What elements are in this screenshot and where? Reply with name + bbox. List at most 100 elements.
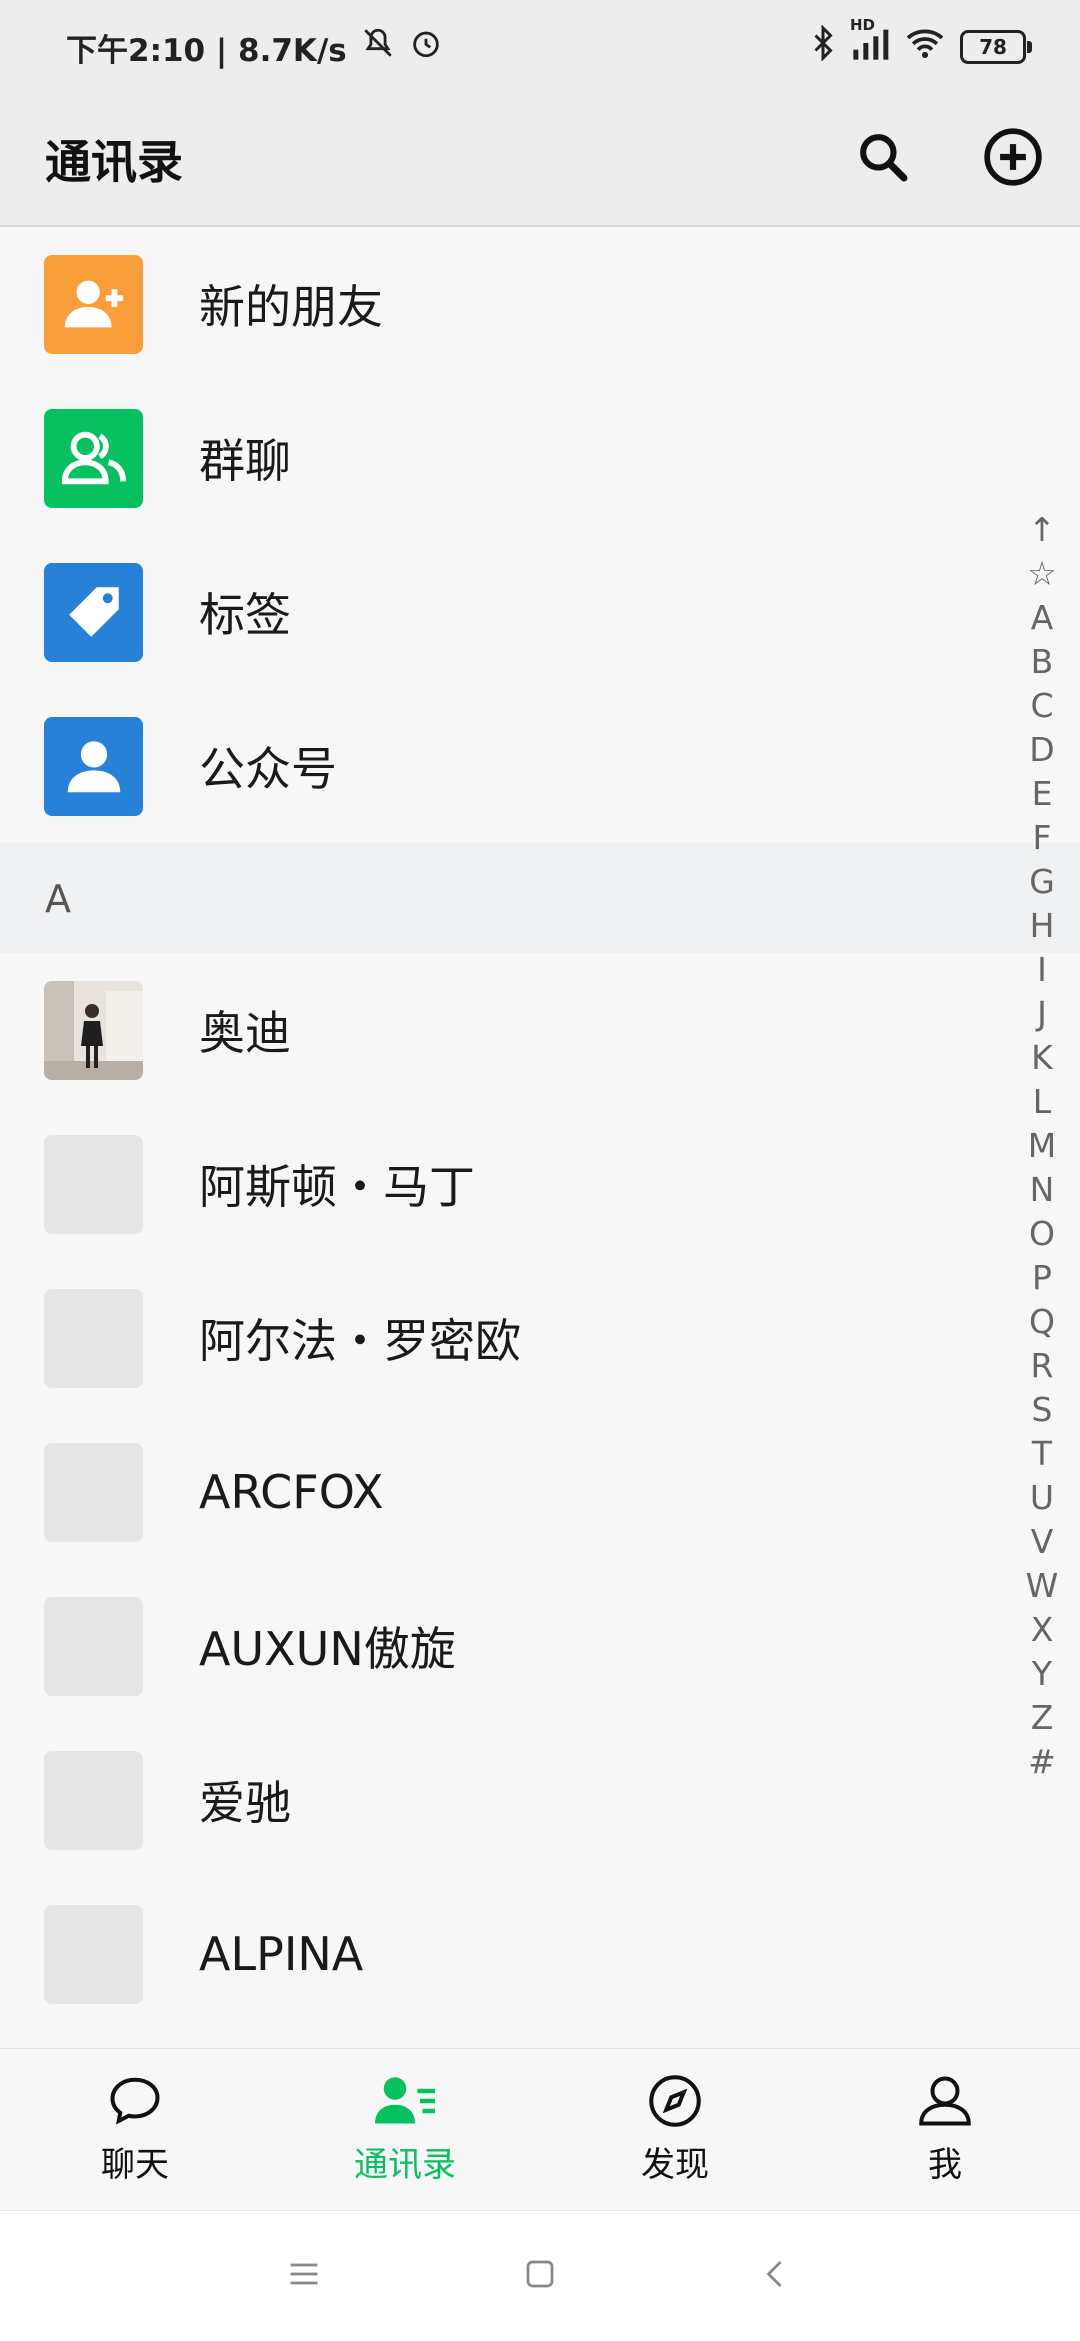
index-letter[interactable]: O — [1029, 1212, 1055, 1256]
contact-row[interactable]: ALPINA — [0, 1877, 1080, 2031]
bottom-tab-bar: 聊天 通讯录 发现 我 — [0, 2048, 1080, 2211]
new-friends-label: 新的朋友 — [199, 280, 383, 334]
index-letter[interactable]: R — [1031, 1344, 1054, 1388]
tab-label: 我 — [928, 2145, 962, 2185]
contact-row[interactable]: ARCFOX — [0, 1415, 1080, 1569]
contacts-icon — [375, 2077, 435, 2124]
index-letter[interactable]: A — [1031, 596, 1054, 640]
contact-name: ALPINA — [199, 1927, 364, 1981]
contact-avatar — [44, 1596, 143, 1696]
group-chat-icon — [44, 408, 143, 508]
index-letter[interactable]: N — [1030, 1168, 1055, 1212]
index-letter[interactable]: Z — [1031, 1696, 1054, 1740]
tab-label: 聊天 — [101, 2145, 169, 2185]
contact-avatar — [44, 1288, 143, 1388]
index-letter[interactable]: V — [1031, 1520, 1054, 1564]
index-letter[interactable]: J — [1037, 992, 1047, 1036]
index-letter[interactable]: X — [1031, 1608, 1054, 1652]
alarm-icon — [409, 26, 443, 68]
contact-name: 阿尔法・罗密欧 — [199, 1314, 521, 1368]
contact-row[interactable]: 爱驰 — [0, 1723, 1080, 1877]
mute-icon — [361, 26, 395, 68]
index-letter[interactable]: I — [1037, 948, 1047, 992]
index-letter[interactable]: H — [1030, 904, 1055, 948]
contact-avatar — [44, 1904, 143, 2004]
page-title: 通讯录 — [45, 135, 183, 189]
section-header-a: A — [0, 843, 1080, 953]
status-left: 下午2:10 | 8.7K/s — [66, 25, 443, 70]
index-letter[interactable]: G — [1029, 860, 1055, 904]
tab-chats[interactable]: 聊天 — [0, 2049, 270, 2211]
contact-row[interactable]: 奥迪 — [0, 953, 1080, 1107]
contact-row[interactable]: AUXUN傲旋 — [0, 1569, 1080, 1723]
tab-label: 通讯录 — [354, 2145, 456, 2185]
index-letter[interactable]: B — [1031, 640, 1054, 684]
contact-name: AUXUN傲旋 — [199, 1622, 456, 1676]
network-type: HD — [850, 16, 876, 34]
official-account-icon — [44, 716, 143, 816]
bluetooth-icon — [810, 24, 836, 69]
header: 通讯录 — [0, 94, 1080, 227]
tag-icon — [44, 562, 143, 662]
battery-indicator: 78 — [960, 30, 1032, 64]
official-accounts-item[interactable]: 公众号 — [0, 689, 1080, 843]
tab-discover[interactable]: 发现 — [540, 2049, 810, 2211]
contact-photo — [44, 980, 143, 1080]
index-letter[interactable]: E — [1032, 772, 1053, 816]
official-accounts-label: 公众号 — [199, 742, 337, 796]
add-friend-icon — [44, 254, 143, 354]
contact-name: 阿斯顿・马丁 — [199, 1160, 475, 1214]
contact-avatar — [44, 1750, 143, 1850]
alphabet-index-bar[interactable]: ↑ ☆ A B C D E F G H I J K L M N O P Q R S T U V W X Y Z # — [1022, 508, 1062, 1784]
tags-item[interactable]: 标签 — [0, 535, 1080, 689]
system-nav-bar — [0, 2210, 1080, 2341]
index-letter[interactable]: W — [1026, 1564, 1059, 1608]
wifi-icon — [904, 26, 946, 68]
index-letter[interactable]: ☆ — [1027, 552, 1057, 596]
add-button[interactable] — [978, 122, 1048, 192]
contacts-list: 新的朋友 群聊 标签 公众号 A 奥迪 阿斯顿・马丁 阿尔法・罗密欧 ARCFO… — [0, 227, 1080, 2031]
me-icon — [919, 2076, 971, 2126]
tags-label: 标签 — [199, 588, 291, 642]
index-letter[interactable]: ↑ — [1028, 508, 1056, 552]
index-letter[interactable]: U — [1030, 1476, 1054, 1520]
index-letter[interactable]: K — [1031, 1036, 1053, 1080]
contact-row[interactable]: 阿斯顿・马丁 — [0, 1107, 1080, 1261]
index-letter[interactable]: L — [1033, 1080, 1051, 1124]
home-icon[interactable] — [522, 2256, 558, 2296]
index-letter[interactable]: P — [1032, 1256, 1052, 1300]
section-letter: A — [45, 877, 71, 921]
index-letter[interactable]: S — [1032, 1388, 1053, 1432]
plus-circle-icon — [984, 128, 1042, 186]
group-chats-label: 群聊 — [199, 434, 291, 488]
contact-name: 爱驰 — [199, 1776, 291, 1830]
index-letter[interactable]: F — [1033, 816, 1052, 860]
menu-icon[interactable] — [286, 2256, 322, 2296]
status-time: 下午2:10 | 8.7K/s — [66, 32, 347, 69]
tab-me[interactable]: 我 — [810, 2049, 1080, 2211]
new-friends-item[interactable]: 新的朋友 — [0, 227, 1080, 381]
discover-icon — [649, 2075, 701, 2127]
contact-avatar — [44, 1442, 143, 1542]
index-letter[interactable]: Q — [1029, 1300, 1055, 1344]
contact-row[interactable]: 阿尔法・罗密欧 — [0, 1261, 1080, 1415]
contact-name: 奥迪 — [199, 1006, 291, 1060]
search-button[interactable] — [848, 122, 918, 192]
search-icon — [860, 134, 908, 182]
index-letter[interactable]: D — [1029, 728, 1054, 772]
group-chats-item[interactable]: 群聊 — [0, 381, 1080, 535]
tab-contacts[interactable]: 通讯录 — [270, 2049, 540, 2211]
index-letter[interactable]: C — [1030, 684, 1053, 728]
back-icon[interactable] — [758, 2256, 794, 2296]
index-letter[interactable]: T — [1032, 1432, 1052, 1476]
tab-label: 发现 — [641, 2145, 709, 2185]
status-right: HD 78 — [810, 16, 1032, 69]
status-bar: 下午2:10 | 8.7K/s HD 78 — [0, 0, 1080, 94]
chat-icon — [110, 2077, 160, 2125]
index-letter[interactable]: # — [1028, 1740, 1056, 1784]
index-letter[interactable]: M — [1028, 1124, 1056, 1168]
contact-avatar — [44, 1134, 143, 1234]
contact-name: ARCFOX — [199, 1465, 384, 1519]
index-letter[interactable]: Y — [1032, 1652, 1052, 1696]
signal-icon: HD — [850, 16, 890, 68]
